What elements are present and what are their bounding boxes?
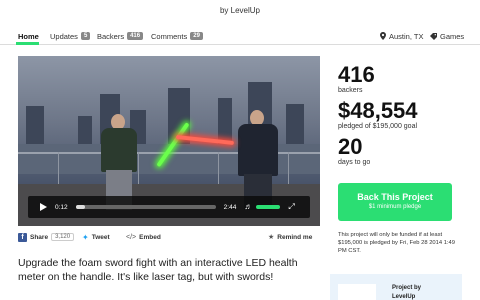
building	[286, 104, 304, 146]
days-stat: 20 days to go	[338, 134, 468, 167]
current-time: 0:12	[55, 203, 68, 211]
video-player[interactable]: 0:12 2:44 ♬ ⤢	[18, 56, 320, 226]
duration: 2:44	[223, 203, 237, 211]
backers-count-badge: 416	[127, 32, 144, 40]
days-count: 20	[338, 134, 363, 159]
twitter-icon: ✦	[82, 232, 89, 242]
video-controls: 0:12 2:44 ♬ ⤢	[28, 196, 310, 218]
seek-progress	[75, 205, 86, 209]
tab-home[interactable]: Home	[18, 29, 39, 43]
embed-button[interactable]: </> Embed	[126, 231, 161, 243]
pledged-amount: $48,554	[338, 98, 418, 123]
creator-heading: Project by	[392, 285, 422, 291]
project-blurb: Upgrade the foam sword fight with an int…	[18, 257, 298, 283]
embed-icon: </>	[126, 233, 137, 241]
tab-backers-label: Backers	[97, 31, 125, 41]
category-label: Games	[440, 31, 465, 41]
tag-icon	[430, 32, 437, 40]
funding-deadline-note: This project will only be funded if at l…	[338, 232, 455, 254]
minimum-pledge-label: $1 minimum pledge	[368, 204, 422, 210]
building	[78, 116, 92, 146]
star-icon: ★	[268, 234, 275, 241]
facebook-icon: f	[18, 232, 27, 242]
building	[26, 106, 44, 146]
back-button-label: Back This Project	[357, 192, 433, 202]
tab-updates[interactable]: Updates 5	[50, 29, 91, 43]
volume-slider[interactable]	[256, 205, 281, 209]
pledged-label: pledged of $195,000 goal	[338, 123, 418, 130]
backers-stat: 416 backers	[338, 62, 468, 95]
creator-byline[interactable]: by LevelUp	[0, 6, 480, 15]
tweet-button[interactable]: ✦ Tweet	[82, 231, 110, 243]
pledged-stat: $48,554 pledged of $195,000 goal	[338, 98, 468, 131]
location-pin-icon	[380, 32, 386, 40]
days-label: days to go	[338, 159, 371, 166]
tab-comments-label: Comments	[151, 31, 188, 41]
location-link[interactable]: Austin, TX	[380, 29, 423, 43]
updates-count-badge: 5	[80, 32, 91, 40]
facebook-share-button[interactable]: f Share 3,120	[18, 231, 75, 243]
creator-card: Project by LevelUp	[330, 274, 462, 300]
tab-comments[interactable]: Comments 29	[151, 29, 203, 43]
remind-label: Remind me	[277, 233, 313, 241]
facebook-share-label: Share	[30, 233, 49, 241]
tab-backers[interactable]: Backers 416	[97, 29, 144, 43]
tab-updates-label: Updates	[50, 31, 78, 41]
creator-name[interactable]: LevelUp	[392, 294, 415, 300]
project-nav: Home Updates 5 Backers 416 Comments 29 A…	[0, 28, 480, 45]
tab-home-label: Home	[18, 31, 39, 41]
embed-label: Embed	[139, 233, 161, 241]
play-icon[interactable]	[40, 203, 47, 211]
backers-count: 416	[338, 62, 375, 87]
creator-avatar[interactable]	[338, 284, 376, 300]
facebook-share-count: 3,120	[51, 233, 75, 241]
funding-stats: 416 backers $48,554 pledged of $195,000 …	[338, 64, 468, 172]
active-tab-indicator	[16, 42, 39, 45]
category-link[interactable]: Games	[430, 29, 464, 43]
back-this-project-button[interactable]: Back This Project $1 minimum pledge	[338, 183, 452, 221]
seek-bar[interactable]	[75, 205, 216, 209]
tweet-label: Tweet	[91, 233, 110, 241]
backers-label: backers	[338, 87, 363, 94]
volume-icon[interactable]: ♬	[244, 203, 252, 211]
player-left	[101, 128, 137, 172]
fullscreen-icon[interactable]: ⤢	[288, 202, 294, 212]
share-bar: f Share 3,120 ✦ Tweet </> Embed ★ Remind…	[18, 231, 320, 245]
comments-count-badge: 29	[190, 32, 203, 40]
location-label: Austin, TX	[389, 31, 424, 41]
player-right	[238, 124, 278, 176]
remind-me-button[interactable]: ★ Remind me	[268, 231, 312, 243]
